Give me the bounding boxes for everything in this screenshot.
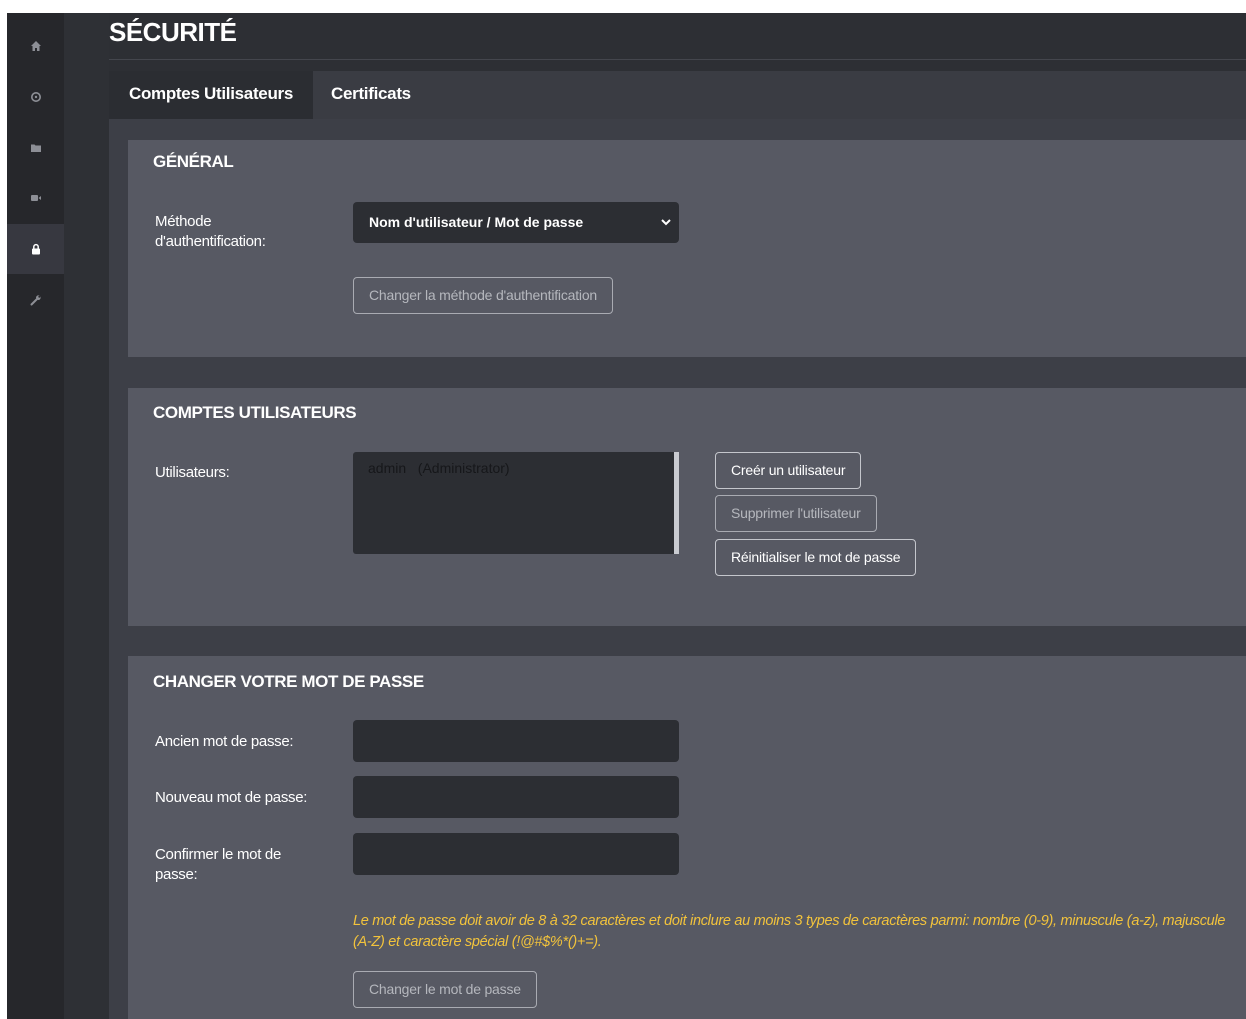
confirm-password-label: Confirmer le mot de passe:	[155, 846, 282, 883]
confirm-password-input[interactable]	[353, 833, 679, 875]
general-title: GÉNÉRAL	[153, 152, 234, 171]
list-item[interactable]: admin (Administrator)	[368, 460, 510, 476]
main-area: SÉCURITÉ Comptes Utilisateurs Certificat…	[109, 13, 1246, 1019]
sidebar-item-video[interactable]	[7, 173, 64, 223]
change-password-button[interactable]: Changer le mot de passe	[353, 971, 537, 1008]
auth-method-value: Nom d'utilisateur / Mot de passe	[369, 214, 584, 230]
video-camera-icon	[30, 195, 41, 201]
change-password-panel: CHANGER VOTRE MOT DE PASSE Ancien mot de…	[128, 656, 1246, 1019]
password-requirements-hint: Le mot de passe doit avoir de 8 à 32 car…	[353, 913, 1226, 950]
sidebar-item-home[interactable]	[7, 21, 64, 71]
tab-content: GÉNÉRAL Méthode d'authentification: Nom …	[109, 119, 1246, 1019]
sidebar-item-settings[interactable]	[7, 72, 64, 122]
old-password-input[interactable]	[353, 720, 679, 762]
folder-icon	[30, 144, 41, 152]
delete-user-button[interactable]: Supprimer l'utilisateur	[715, 495, 877, 532]
new-password-input[interactable]	[353, 776, 679, 818]
user-accounts-title: COMPTES UTILISATEURS	[153, 403, 357, 422]
gear-icon	[30, 92, 41, 102]
wrench-icon	[30, 295, 41, 306]
sidebar-item-security[interactable]	[7, 224, 64, 274]
users-label: Utilisateurs:	[155, 464, 230, 481]
change-password-title: CHANGER VOTRE MOT DE PASSE	[153, 672, 424, 691]
auth-method-select[interactable]: Nom d'utilisateur / Mot de passe	[353, 202, 679, 243]
new-password-label: Nouveau mot de passe:	[155, 789, 308, 806]
general-panel: GÉNÉRAL Méthode d'authentification: Nom …	[128, 140, 1246, 357]
create-user-button[interactable]: Creér un utilisateur	[715, 452, 862, 489]
tab-certificates[interactable]: Certificats	[331, 71, 411, 119]
auth-method-label: Méthode d'authentification:	[155, 213, 266, 250]
user-accounts-panel: COMPTES UTILISATEURS Utilisateurs: admin…	[128, 388, 1246, 626]
sidebar-spacer	[64, 13, 109, 1019]
tab-bar: Comptes Utilisateurs Certificats	[109, 71, 1246, 119]
users-listbox[interactable]: admin (Administrator)	[353, 452, 679, 554]
sidebar-item-tools[interactable]	[7, 275, 64, 325]
title-divider	[109, 59, 1246, 60]
old-password-label: Ancien mot de passe:	[155, 733, 294, 750]
sidebar	[7, 13, 64, 1019]
chevron-down-icon	[661, 219, 671, 226]
lock-icon	[31, 243, 40, 255]
page-title: SÉCURITÉ	[109, 17, 237, 47]
home-icon	[30, 41, 41, 51]
change-auth-method-button[interactable]: Changer la méthode d'authentification	[353, 277, 613, 314]
sidebar-item-files[interactable]	[7, 123, 64, 173]
listbox-scrollbar[interactable]	[674, 452, 679, 554]
tab-user-accounts[interactable]: Comptes Utilisateurs	[109, 71, 313, 119]
reset-password-button[interactable]: Réinitialiser le mot de passe	[715, 539, 917, 576]
